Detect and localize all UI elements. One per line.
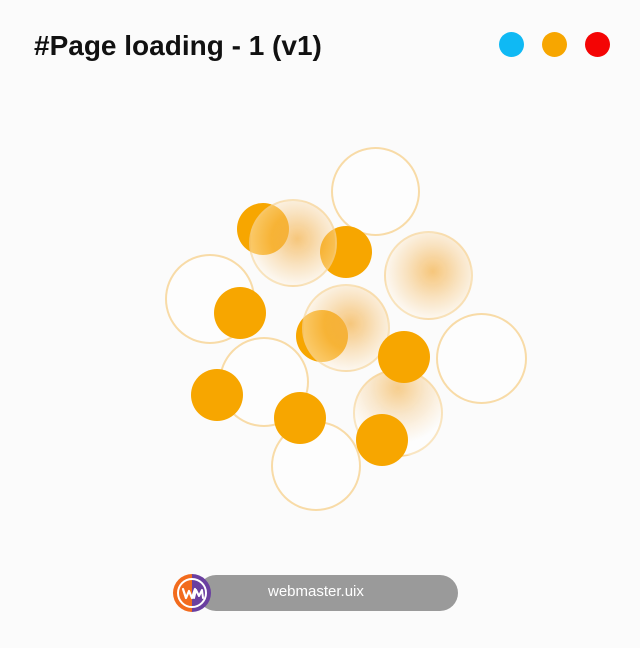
loader-ring [436, 313, 527, 404]
loader-glow [384, 231, 473, 320]
webmaster-logo-icon [172, 573, 212, 613]
loader-dot [378, 331, 430, 383]
badge-brand-text: webmaster.uix [268, 583, 364, 600]
loader-glow [302, 284, 390, 372]
loader-dot [274, 392, 326, 444]
page: #Page loading - 1 (v1) webmaster.uix [0, 0, 640, 648]
loader-dot [356, 414, 408, 466]
loader-dot [191, 369, 243, 421]
loader-ring [331, 147, 420, 236]
loader-glow [249, 199, 337, 287]
loading-animation [0, 0, 640, 648]
loader-dot [214, 287, 266, 339]
footer-badge[interactable]: webmaster.uix [172, 573, 458, 613]
